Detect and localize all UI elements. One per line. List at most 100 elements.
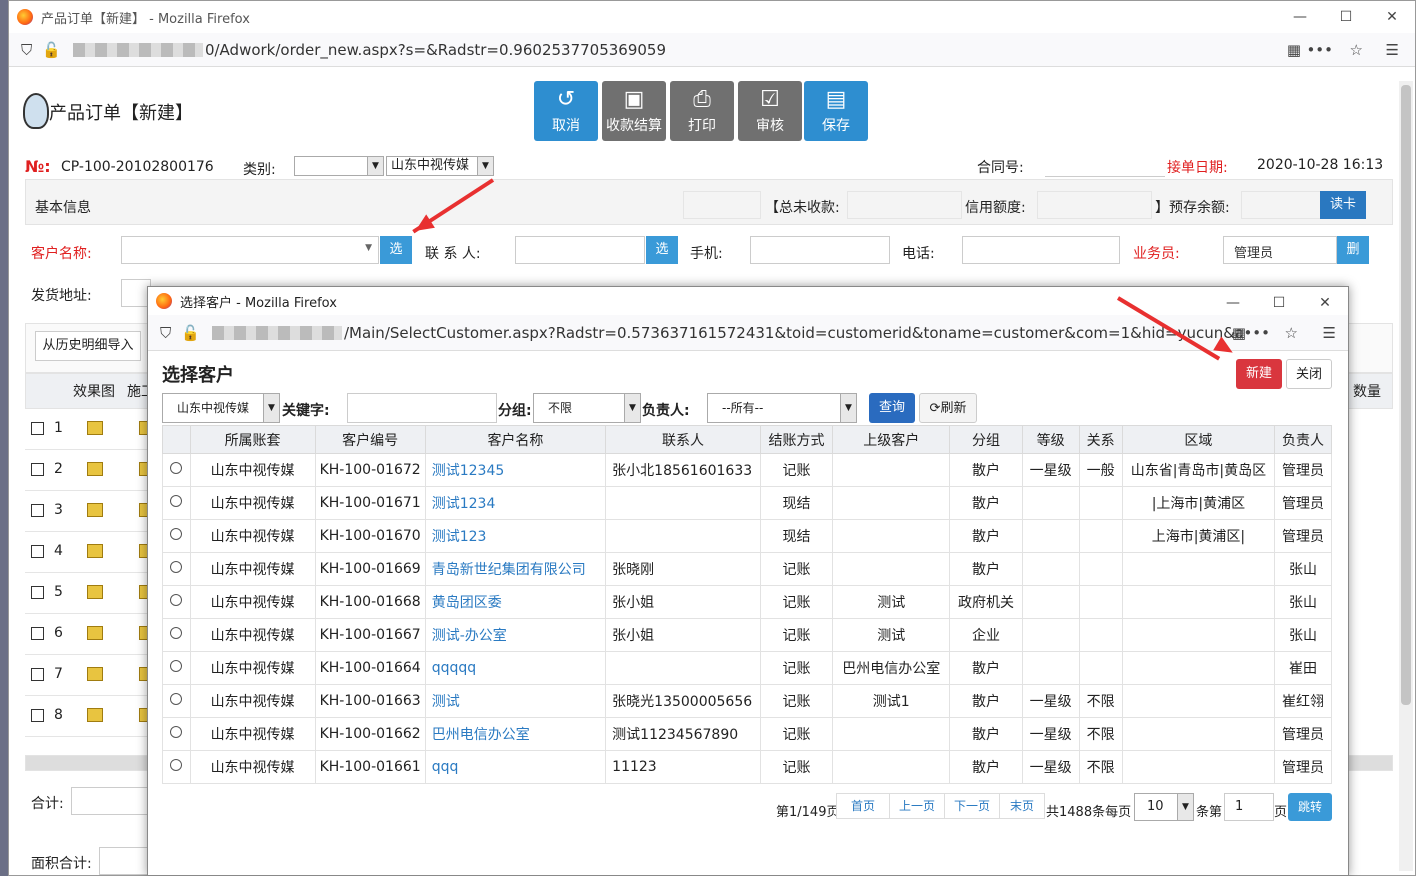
contact-input[interactable]: [515, 236, 645, 264]
customer-row[interactable]: 山东中视传媒 KH-100-01671 测试1234 现结 散户 |上海市|黄浦区 管理员: [162, 486, 1332, 520]
company-select[interactable]: 山东中视传媒 ▼: [162, 393, 280, 423]
owner-select[interactable]: --所有-- ▼: [707, 393, 857, 423]
row-radio-cell[interactable]: [162, 618, 191, 652]
customer-name-link[interactable]: 测试123: [432, 529, 487, 545]
row-checkbox[interactable]: [31, 668, 44, 681]
salesman-input[interactable]: 管理员: [1223, 236, 1337, 264]
customer-name-link[interactable]: qqqqq: [432, 660, 476, 676]
payment-settle-button[interactable]: ▣ 收款结算: [602, 81, 666, 141]
order-grid-row[interactable]: 1: [25, 409, 157, 450]
customer-name-cell[interactable]: 青岛新世纪集团有限公司: [424, 552, 607, 586]
save-button[interactable]: ▤ 保存: [804, 81, 868, 141]
customer-row[interactable]: 山东中视传媒 KH-100-01670 测试123 现结 散户 上海市|黄浦区| 管理员: [162, 519, 1332, 553]
folder-icon[interactable]: [87, 503, 103, 517]
popup-urlbar[interactable]: ⛉ 🔓 /Main/SelectCustomer.aspx?Radstr=0.5…: [148, 315, 1348, 351]
radio-button[interactable]: [170, 462, 183, 474]
prev-page-button[interactable]: 上一页: [889, 793, 945, 819]
customer-row[interactable]: 山东中视传媒 KH-100-01661 qqq 11123 记账 散户 一星级 不限 管理员: [162, 750, 1332, 784]
radio-button[interactable]: [170, 594, 183, 606]
row-radio-cell[interactable]: [162, 717, 191, 751]
read-card-button[interactable]: 读卡: [1320, 191, 1366, 219]
folder-icon[interactable]: [87, 585, 103, 599]
customer-input[interactable]: ▼: [121, 236, 379, 264]
maximize-icon[interactable]: ☐: [1323, 1, 1369, 33]
order-grid-row[interactable]: 3: [25, 491, 157, 532]
customer-name-link[interactable]: 测试1234: [432, 496, 496, 512]
area-total-input[interactable]: [99, 847, 149, 875]
radio-button[interactable]: [170, 495, 183, 507]
select-customer-button[interactable]: 选: [380, 236, 412, 264]
customer-name-link[interactable]: 测试: [432, 694, 460, 710]
radio-button[interactable]: [170, 759, 183, 771]
row-radio-cell[interactable]: [162, 651, 191, 685]
radio-button[interactable]: [170, 660, 183, 672]
customer-name-cell[interactable]: qqq: [424, 750, 607, 784]
radio-button[interactable]: [170, 561, 183, 573]
page-vscrollbar[interactable]: [1399, 81, 1413, 871]
folder-icon[interactable]: [87, 544, 103, 558]
query-button[interactable]: 查询: [869, 393, 915, 423]
customer-row[interactable]: 山东中视传媒 KH-100-01663 测试 张晓光13500005656 记账 测试1 散…: [162, 684, 1332, 718]
customer-row[interactable]: 山东中视传媒 KH-100-01669 青岛新世纪集团有限公司 张晓刚 记账 散户 张山: [162, 552, 1332, 586]
customer-name-cell[interactable]: 巴州电信办公室: [424, 717, 607, 751]
order-grid-row[interactable]: 5: [25, 573, 157, 614]
row-checkbox[interactable]: [31, 545, 44, 558]
more-icon[interactable]: •••: [1306, 41, 1333, 59]
print-button[interactable]: ⎙ 打印: [670, 81, 734, 141]
company-select[interactable]: 山东中视传媒 ▼: [386, 156, 494, 176]
customer-name-cell[interactable]: 测试: [424, 684, 607, 718]
customer-name-cell[interactable]: 测试1234: [424, 486, 607, 520]
customer-row[interactable]: 山东中视传媒 KH-100-01668 黄岛团区委 张小姐 记账 测试 政府机关 张山: [162, 585, 1332, 619]
shield-icon[interactable]: ⛉: [21, 41, 32, 59]
minimize-icon[interactable]: —: [1277, 1, 1323, 33]
popup-url[interactable]: /Main/SelectCustomer.aspx?Radstr=0.57363…: [211, 324, 1242, 342]
row-radio-cell[interactable]: [162, 552, 191, 586]
qr-icon[interactable]: ▦: [1287, 41, 1301, 59]
review-button[interactable]: ☑ 审核: [738, 81, 802, 141]
customer-row[interactable]: 山东中视传媒 KH-100-01662 巴州电信办公室 测试11234567890 记账…: [162, 717, 1332, 751]
order-grid-row[interactable]: 8: [25, 696, 157, 737]
jump-button[interactable]: 跳转: [1288, 793, 1332, 821]
row-radio-cell[interactable]: [162, 585, 191, 619]
first-page-button[interactable]: 首页: [836, 793, 890, 819]
row-radio-cell[interactable]: [162, 750, 191, 784]
row-radio-cell[interactable]: [162, 684, 191, 718]
customer-name-link[interactable]: 巴州电信办公室: [432, 727, 530, 743]
new-customer-button[interactable]: 新建: [1236, 359, 1282, 389]
order-date[interactable]: 2020-10-28 16:13: [1257, 157, 1383, 173]
next-page-button[interactable]: 下一页: [944, 793, 1000, 819]
order-grid-row[interactable]: 2: [25, 450, 157, 491]
category-select[interactable]: ▼: [294, 156, 384, 176]
customer-name-cell[interactable]: 测试12345: [424, 453, 607, 487]
radio-button[interactable]: [170, 726, 183, 738]
page-size-select[interactable]: 10 ▼: [1134, 793, 1194, 821]
page-number-input[interactable]: 1: [1224, 793, 1274, 821]
customer-name-link[interactable]: qqq: [432, 759, 459, 775]
customer-name-cell[interactable]: 测试123: [424, 519, 607, 553]
customer-name-link[interactable]: 测试-办公室: [432, 628, 507, 644]
keyword-input[interactable]: [347, 393, 497, 423]
customer-name-link[interactable]: 测试12345: [432, 463, 505, 479]
row-checkbox[interactable]: [31, 463, 44, 476]
row-checkbox[interactable]: [31, 504, 44, 517]
folder-icon[interactable]: [87, 462, 103, 476]
customer-row[interactable]: 山东中视传媒 KH-100-01667 测试-办公室 张小姐 记账 测试 企业 张山: [162, 618, 1332, 652]
row-radio-cell[interactable]: [162, 486, 191, 520]
radio-button[interactable]: [170, 627, 183, 639]
order-grid-row[interactable]: 6: [25, 614, 157, 655]
delete-salesman-button[interactable]: 删: [1337, 236, 1369, 264]
folder-icon[interactable]: [87, 626, 103, 640]
row-checkbox[interactable]: [31, 586, 44, 599]
folder-icon[interactable]: [87, 667, 103, 681]
refresh-button[interactable]: ⟳刷新: [919, 393, 977, 423]
order-grid-row[interactable]: 7: [25, 655, 157, 696]
insecure-lock-icon[interactable]: 🔓: [42, 41, 61, 59]
menu-icon[interactable]: ☰: [1323, 324, 1336, 342]
row-radio-cell[interactable]: [162, 453, 191, 487]
folder-icon[interactable]: [87, 421, 103, 435]
phone-input[interactable]: [750, 236, 890, 264]
customer-name-link[interactable]: 青岛新世纪集团有限公司: [432, 562, 586, 578]
customer-row[interactable]: 山东中视传媒 KH-100-01664 qqqqq 记账 巴州电信办公室 散户 崔田: [162, 651, 1332, 685]
radio-button[interactable]: [170, 693, 183, 705]
contract-input[interactable]: [1045, 153, 1165, 177]
